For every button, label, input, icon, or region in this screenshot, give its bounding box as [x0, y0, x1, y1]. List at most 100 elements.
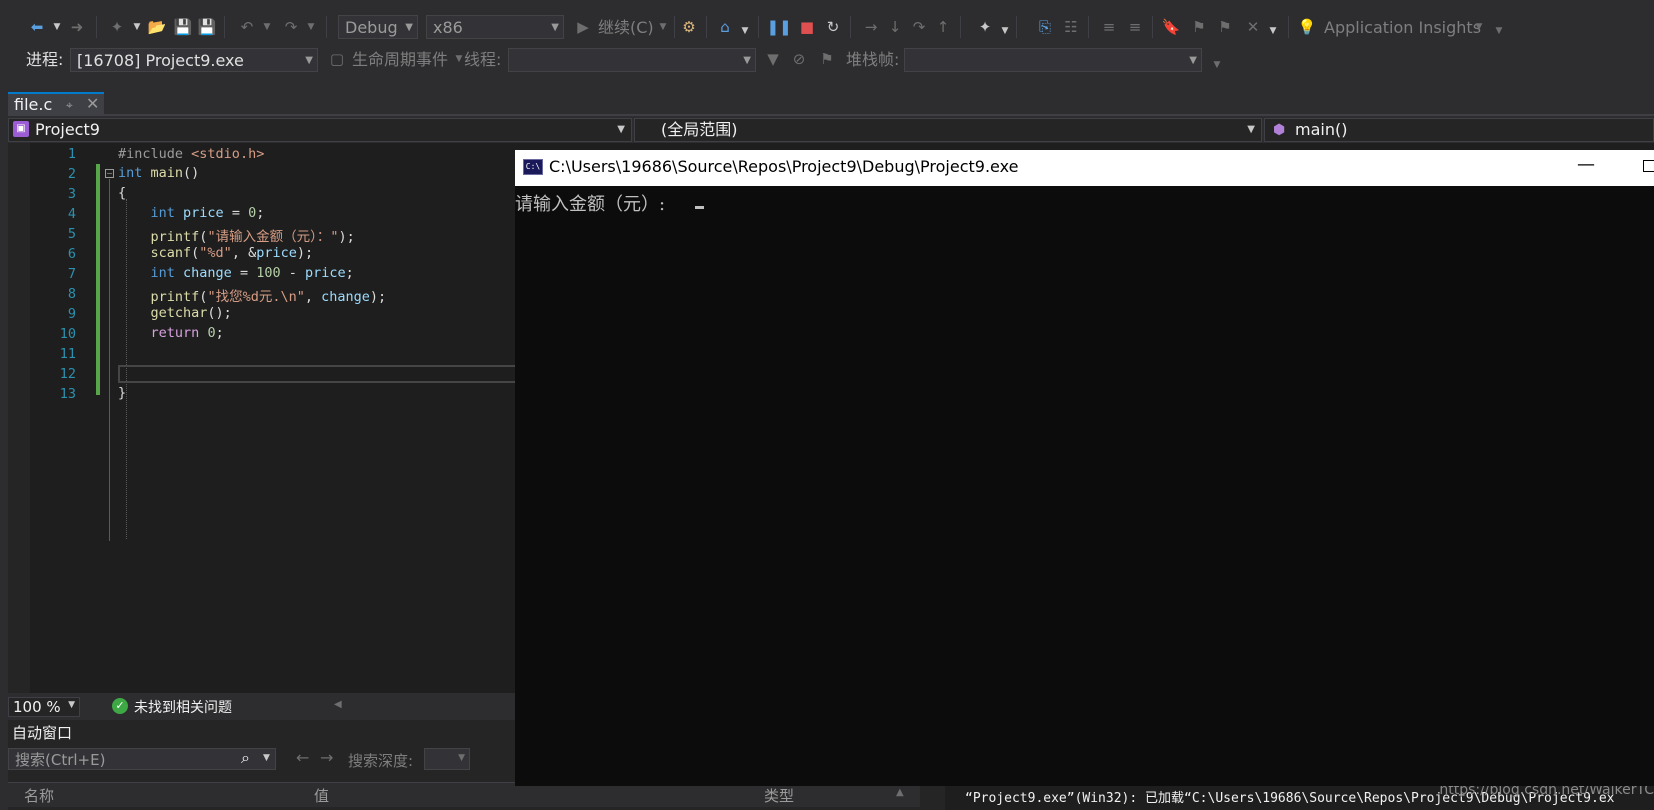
pause-icon[interactable]: ❚❚ [766, 18, 791, 36]
column-type[interactable]: 类型 [764, 785, 794, 806]
save-all-icon[interactable]: 💾 [198, 18, 217, 36]
line-number: 11 [59, 346, 76, 362]
browser-link-icon[interactable]: ⌂ [716, 18, 734, 36]
console-window[interactable]: C:\ C:\Users\19686\Source\Repos\Project9… [515, 150, 1654, 786]
process-explorer-icon[interactable]: ⚙ [680, 18, 698, 36]
lifecycle-icon[interactable]: ▢ [328, 50, 346, 68]
pin-icon[interactable]: ⌖ [66, 98, 73, 113]
save-icon[interactable]: 💾 [174, 18, 193, 36]
forward-icon[interactable]: ➜ [68, 18, 86, 36]
minimize-icon[interactable]: — [1577, 154, 1595, 175]
browser-link-dropdown-icon[interactable]: ▼ [736, 22, 754, 40]
tab-file-c[interactable]: file.c ⌖ ✕ [8, 92, 104, 116]
prev-bookmark-icon[interactable]: ⚑ [1190, 18, 1208, 36]
separator [706, 16, 707, 38]
clear-bookmarks-icon[interactable]: ✕ [1244, 18, 1262, 36]
search-icon[interactable]: ⌕ [241, 748, 250, 768]
next-bookmark-icon[interactable]: ⚑ [1216, 18, 1234, 36]
flag-threads-icon[interactable]: ⚑ [818, 50, 836, 68]
scroll-left-icon[interactable]: ◀ [334, 699, 342, 710]
task-list-icon[interactable]: ⎘ [1036, 18, 1054, 36]
process-select[interactable]: [16708] Project9.exe ▼ [70, 48, 318, 72]
autos-search-input[interactable]: 搜索(Ctrl+E) ⌕ ▼ [8, 748, 276, 770]
step-into-icon[interactable]: ↓ [886, 18, 904, 36]
new-project-icon[interactable]: ✦ [108, 18, 126, 36]
console-titlebar[interactable]: C:\ C:\Users\19686\Source\Repos\Project9… [515, 150, 1654, 186]
separator [674, 16, 675, 38]
scroll-up-icon[interactable]: ▲ [896, 787, 904, 798]
scope-select[interactable]: (全局范围) ▼ [634, 118, 1262, 142]
maximize-icon[interactable] [1643, 160, 1654, 172]
configuration-select[interactable]: Debug ▼ [338, 15, 418, 39]
member-select[interactable]: ⬢ main() [1264, 118, 1654, 142]
line-number: 8 [67, 286, 76, 302]
console-title: C:\Users\19686\Source\Repos\Project9\Deb… [549, 157, 1019, 176]
open-folder-icon[interactable]: 📂 [148, 18, 167, 36]
platform-select[interactable]: x86 ▼ [426, 15, 564, 39]
collapse-icon[interactable]: − [105, 169, 114, 178]
toolbar-overflow-icon[interactable]: ▼ [1208, 56, 1226, 74]
lightbulb-icon[interactable]: 💡 [1298, 18, 1317, 36]
undo-dropdown-icon[interactable]: ▼ [258, 18, 276, 36]
restart-icon[interactable]: ↻ [824, 18, 842, 36]
current-line-highlight [118, 365, 526, 383]
search-back-icon[interactable]: ← [296, 748, 309, 767]
search-forward-icon[interactable]: → [320, 748, 333, 767]
thread-select[interactable]: ▼ [508, 48, 756, 72]
tab-underline [8, 114, 1654, 116]
new-dropdown-icon[interactable]: ▼ [128, 18, 146, 36]
text-cursor [695, 206, 704, 209]
close-icon[interactable]: ✕ [86, 94, 99, 113]
document-tab-strip: file.c ⌖ ✕ [0, 84, 1654, 116]
code-line-7: int change = 100 - price; [150, 265, 354, 281]
back-icon[interactable]: ⬅ [28, 18, 46, 36]
redo-icon[interactable]: ↷ [282, 18, 300, 36]
zoom-select[interactable]: 100 % ▼ [8, 697, 80, 717]
bookmark-dropdown-icon[interactable]: ▼ [1264, 22, 1282, 40]
application-insights-button[interactable]: Application Insights [1324, 18, 1481, 38]
search-depth-select[interactable]: ▼ [424, 748, 470, 770]
debug-location-toolbar: 进程: [16708] Project9.exe ▼ ▢ 生命周期事件 ▼ 线程… [0, 46, 1654, 80]
stack-frame-select[interactable]: ▼ [904, 48, 1202, 72]
console-app-icon: C:\ [523, 159, 543, 175]
stop-icon[interactable]: ■ [798, 18, 816, 36]
issues-status[interactable]: 未找到相关问题 [134, 697, 232, 717]
chevron-down-icon: ▼ [1189, 55, 1197, 66]
continue-icon[interactable]: ▶ [574, 18, 592, 36]
debug-options-dropdown-icon[interactable]: ▼ [996, 22, 1014, 40]
bookmark-icon[interactable]: 🔖 [1162, 18, 1181, 36]
filter-clear-icon[interactable]: ⊘ [790, 50, 808, 68]
toolbar-overflow-icon[interactable]: ▼ [1490, 22, 1508, 40]
hex-display-icon[interactable]: ✦ [976, 18, 994, 36]
code-line-13: } [118, 385, 127, 401]
code-line-5: printf("请输入金额（元）："); [150, 229, 355, 245]
uncomment-icon[interactable]: ≡ [1126, 18, 1144, 36]
line-number: 1 [67, 146, 76, 162]
separator [758, 16, 759, 38]
undo-icon[interactable]: ↶ [238, 18, 256, 36]
line-number: 9 [67, 306, 76, 322]
step-over-icon[interactable]: ↷ [910, 18, 928, 36]
app-insights-dropdown-icon[interactable]: ▼ [1470, 18, 1488, 36]
continue-dropdown-icon[interactable]: ▼ [654, 18, 672, 36]
filter-icon[interactable]: ▼ [764, 50, 782, 68]
step-out-icon[interactable]: ↑ [934, 18, 952, 36]
console-output-area[interactable]: 请输入金额（元）: [515, 186, 1654, 786]
outline-icon[interactable]: ☷ [1062, 18, 1080, 36]
redo-dropdown-icon[interactable]: ▼ [302, 18, 320, 36]
separator [1088, 16, 1089, 38]
back-dropdown-icon[interactable]: ▼ [48, 18, 66, 36]
lifecycle-events-button[interactable]: 生命周期事件 [352, 50, 448, 70]
comment-icon[interactable]: ≡ [1100, 18, 1118, 36]
column-value[interactable]: 值 [314, 785, 329, 806]
line-number: 5 [67, 226, 76, 242]
project-select[interactable]: ▣ Project9 ▼ [8, 118, 632, 142]
line-number: 6 [67, 246, 76, 262]
column-name[interactable]: 名称 [24, 785, 54, 806]
code-line-2: int main() [118, 165, 200, 181]
show-next-statement-icon[interactable]: → [862, 18, 880, 36]
chevron-down-icon: ▼ [743, 55, 751, 66]
member-value: main() [1295, 120, 1348, 139]
chevron-down-icon[interactable]: ▼ [263, 753, 270, 763]
continue-button[interactable]: 继续(C) [598, 18, 654, 38]
